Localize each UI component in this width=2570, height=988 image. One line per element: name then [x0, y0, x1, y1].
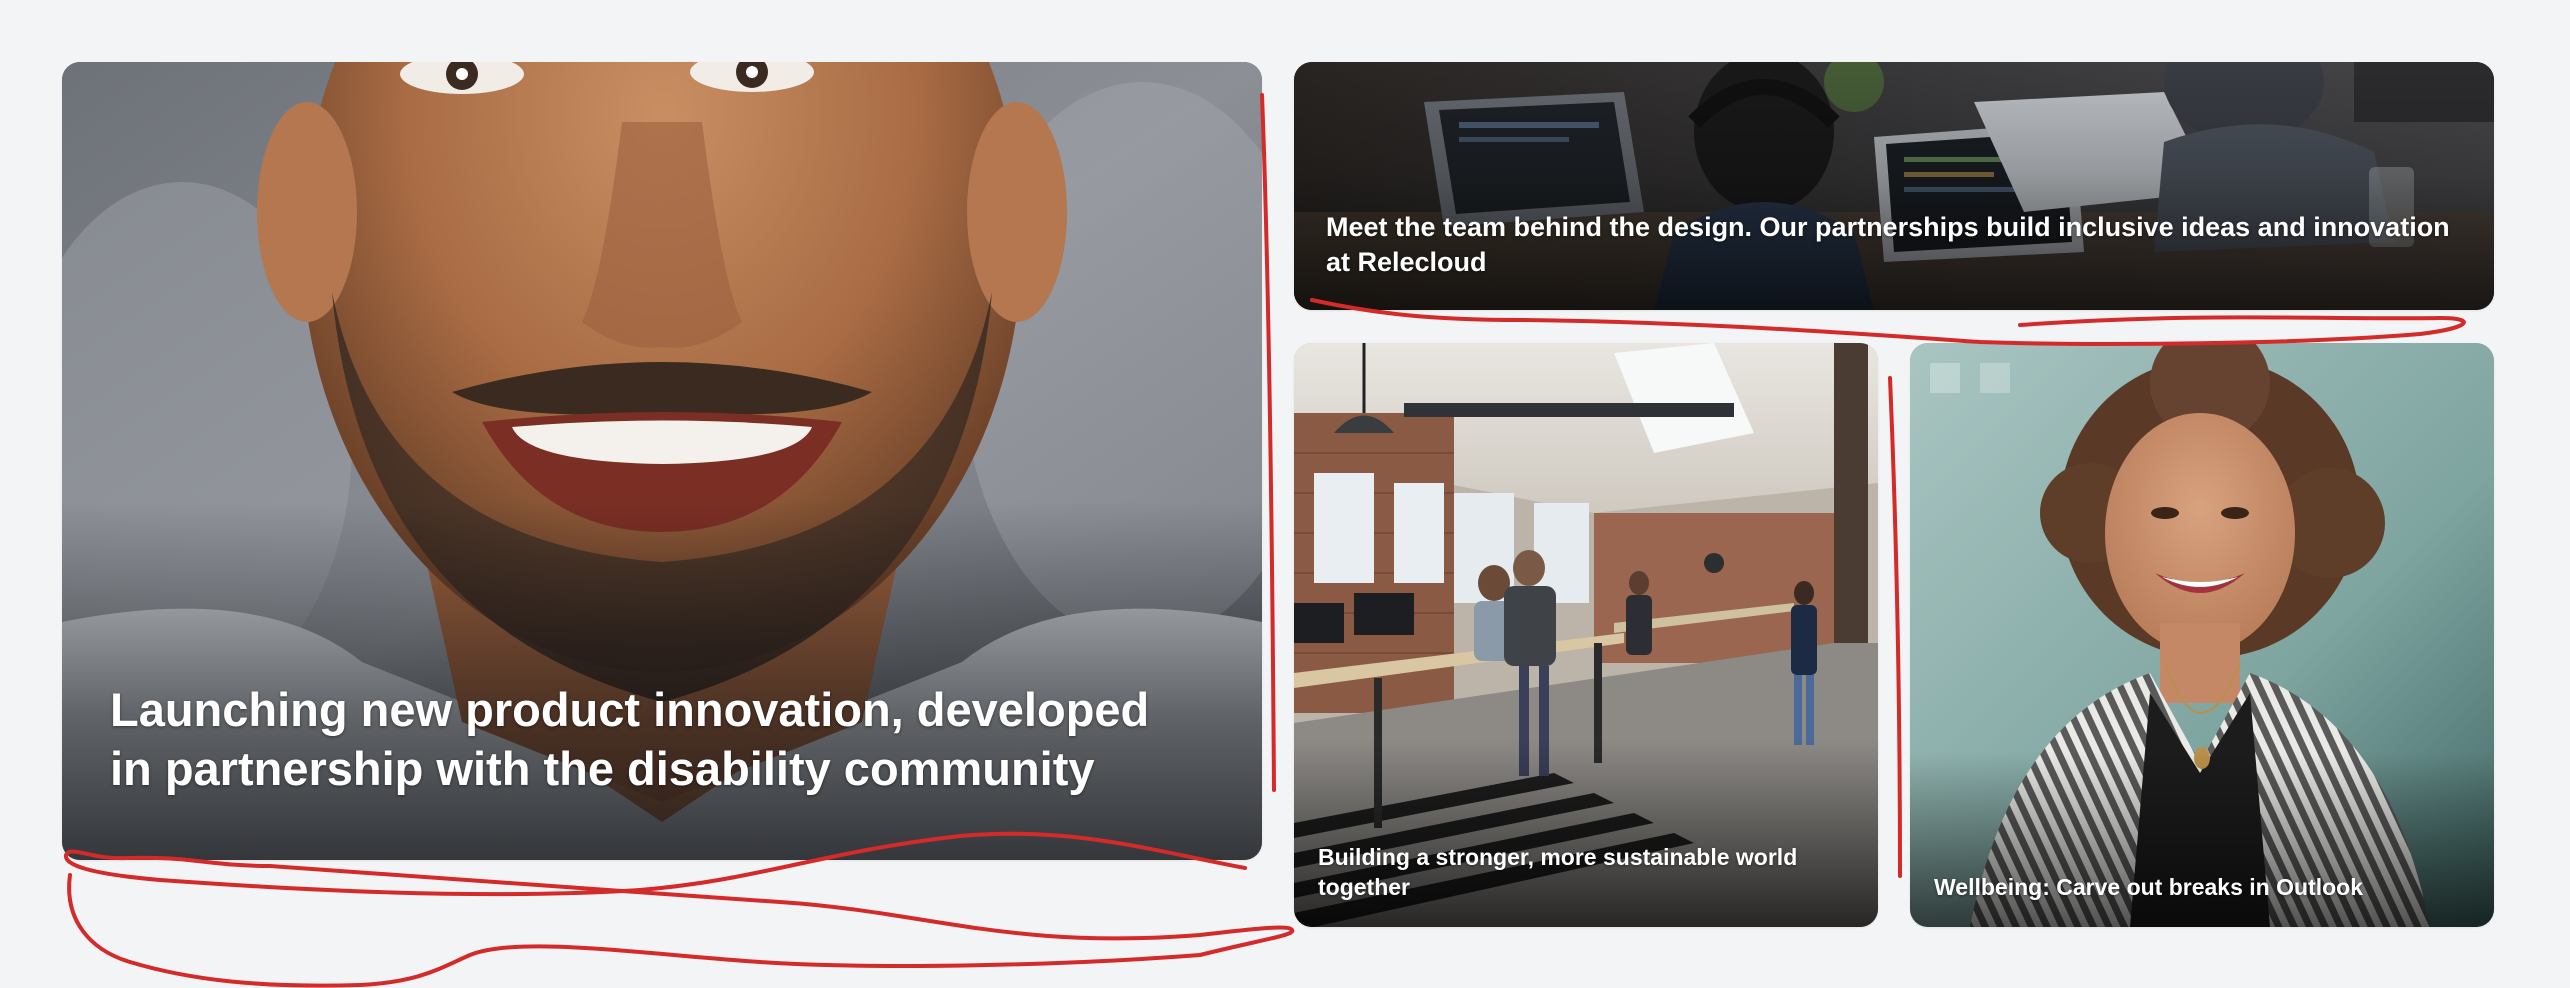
wellbeing-news-tile[interactable]: Wellbeing: Carve out breaks in Outlook [1910, 343, 2494, 927]
woman-portrait-image [1910, 343, 2494, 927]
team-caption[interactable]: Meet the team behind the design. Our par… [1326, 210, 2466, 280]
hero-news-tile[interactable]: Launching new product innovation, develo… [62, 62, 1262, 860]
team-news-tile[interactable]: Meet the team behind the design. Our par… [1294, 62, 2494, 310]
hero-caption[interactable]: Launching new product innovation, develo… [110, 680, 1190, 798]
ink-stroke-hero-right [1260, 93, 1276, 792]
wellbeing-caption[interactable]: Wellbeing: Carve out breaks in Outlook [1934, 873, 2474, 903]
sustainability-news-tile[interactable]: Building a stronger, more sustainable wo… [1294, 343, 1878, 927]
office-photo-image [1294, 343, 1878, 927]
ink-stroke-office-right [1888, 376, 1902, 878]
office-caption[interactable]: Building a stronger, more sustainable wo… [1318, 843, 1838, 903]
